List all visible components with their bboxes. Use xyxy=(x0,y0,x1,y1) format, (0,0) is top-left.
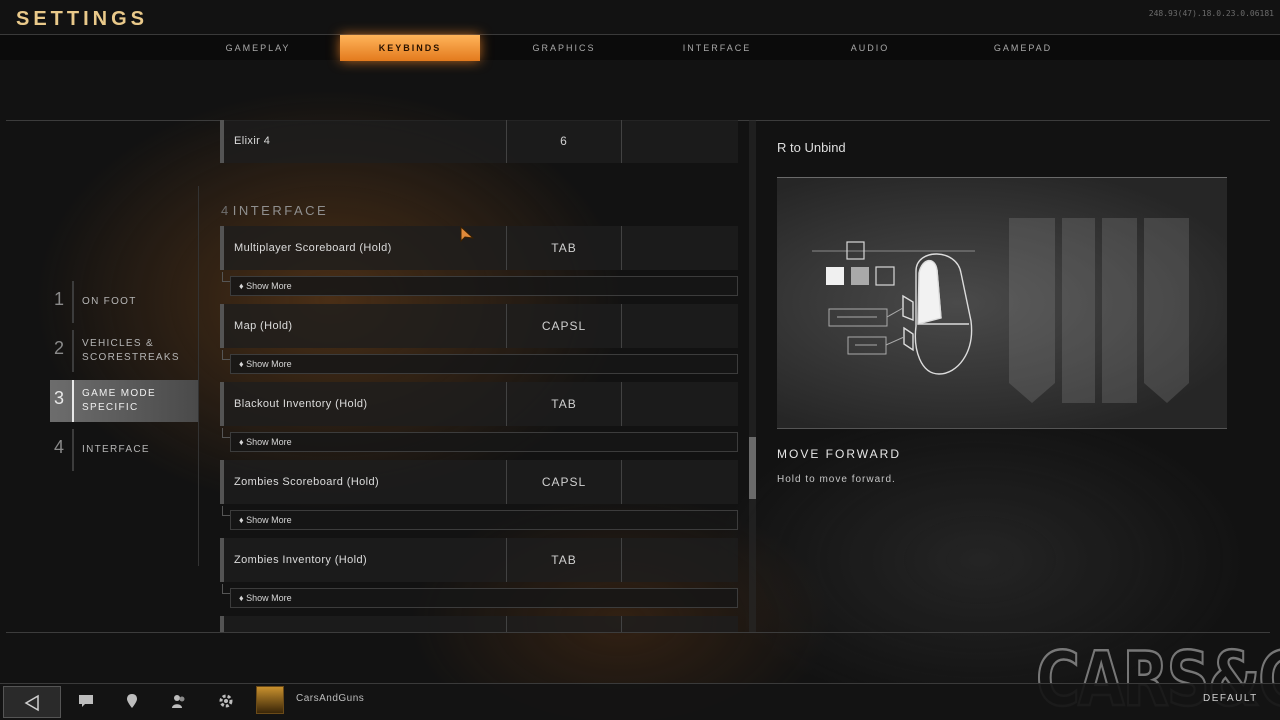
scrollbar-thumb[interactable] xyxy=(749,437,756,499)
keybind-action-label: Elixir 4 xyxy=(234,135,271,147)
tab-interface[interactable]: INTERFACE xyxy=(647,35,787,61)
keybind-secondary-key[interactable] xyxy=(622,120,738,164)
sidebar-item-bar xyxy=(72,429,74,471)
chat-icon[interactable] xyxy=(70,690,102,712)
action-title: MOVE FORWARD xyxy=(777,447,902,461)
tree-connector xyxy=(222,272,230,282)
sidebar-item-number: 2 xyxy=(54,338,65,358)
version-string: 248.93(47).18.0.23.0.06181 xyxy=(1148,9,1274,18)
keybind-action-label: Multiplayer Scoreboard (Hold) xyxy=(234,242,392,254)
scrollbar-track[interactable] xyxy=(749,120,756,632)
expand-icon: ♦ xyxy=(239,359,244,369)
keybind-row-zombies-scoreboard[interactable]: Zombies Scoreboard (Hold) CAPSL xyxy=(220,460,738,504)
section-title: INTERFACE xyxy=(232,203,329,218)
callout-labels-icon xyxy=(828,307,905,355)
mouse-keyboard-diagram xyxy=(777,177,1227,429)
keybind-secondary-key[interactable] xyxy=(622,460,738,504)
keybind-row-elixir-4[interactable]: Elixir 4 6 xyxy=(220,120,738,163)
show-more-button[interactable]: ♦ Show More xyxy=(230,276,738,296)
show-more-button[interactable]: ♦ Show More xyxy=(230,588,738,608)
sidebar-item-bar xyxy=(72,281,74,323)
keybind-action-label: Zombies Inventory (Hold) xyxy=(234,554,368,566)
keybind-action-label: Blackout Inventory (Hold) xyxy=(234,398,368,410)
expand-icon: ♦ xyxy=(239,281,244,291)
sidebar-item-label: GAME MODE SPECIFIC xyxy=(82,388,156,413)
keybind-primary-key[interactable]: CAPSL xyxy=(506,460,622,504)
keybind-primary-key[interactable]: TAB xyxy=(506,538,622,582)
expand-icon: ♦ xyxy=(239,515,244,525)
expand-icon: ♦ xyxy=(239,593,244,603)
keybind-primary-key[interactable]: TAB xyxy=(506,226,622,270)
show-more-label: Show More xyxy=(246,515,292,525)
show-more-button[interactable]: ♦ Show More xyxy=(230,432,738,452)
keybind-secondary-key[interactable] xyxy=(622,382,738,426)
keybind-row-zombies-inventory[interactable]: Zombies Inventory (Hold) TAB xyxy=(220,538,738,582)
tab-graphics[interactable]: GRAPHICS xyxy=(494,35,634,61)
show-more-label: Show More xyxy=(246,593,292,603)
action-description: Hold to move forward. xyxy=(777,474,896,485)
mouse-cursor-icon xyxy=(460,226,474,243)
keybind-secondary-key[interactable] xyxy=(622,538,738,582)
keybind-secondary-key[interactable] xyxy=(622,304,738,348)
unbind-hint: R to Unbind xyxy=(777,140,846,155)
show-more-button[interactable]: ♦ Show More xyxy=(230,354,738,374)
keybind-row-partial[interactable] xyxy=(220,616,738,632)
tree-connector xyxy=(222,350,230,360)
tree-connector xyxy=(222,584,230,594)
tab-gamepad[interactable]: GAMEPAD xyxy=(953,35,1093,61)
sidebar-item-label: ON FOOT xyxy=(82,296,137,307)
location-pin-icon[interactable] xyxy=(116,690,148,712)
keybind-row-blackout-inventory[interactable]: Blackout Inventory (Hold) TAB xyxy=(220,382,738,426)
mouse-icon xyxy=(902,253,973,375)
show-more-label: Show More xyxy=(246,437,292,447)
keybind-primary-key[interactable] xyxy=(506,616,622,632)
sidebar-item-game-mode-specific[interactable]: 3 GAME MODE SPECIFIC xyxy=(50,380,198,422)
sidebar-item-label: INTERFACE xyxy=(82,444,150,455)
sidebar-item-label: VEHICLES & SCORESTREAKS xyxy=(82,338,180,363)
sidebar-divider xyxy=(198,186,199,566)
show-more-button[interactable]: ♦ Show More xyxy=(230,510,738,530)
tab-keybinds[interactable]: KEYBINDS xyxy=(340,35,480,61)
show-more-label: Show More xyxy=(246,359,292,369)
sidebar-item-number: 3 xyxy=(54,388,65,408)
sidebar-item-bar xyxy=(72,330,74,372)
party-icon[interactable] xyxy=(163,690,195,712)
bo4-logo-icon xyxy=(1009,218,1189,403)
sidebar-item-interface[interactable]: 4 INTERFACE xyxy=(50,429,198,471)
gear-icon[interactable] xyxy=(210,690,242,712)
default-button[interactable]: DEFAULT xyxy=(1203,693,1258,704)
keybind-action-label: Map (Hold) xyxy=(234,320,293,332)
tab-audio[interactable]: AUDIO xyxy=(800,35,940,61)
tree-connector xyxy=(222,428,230,438)
keybind-primary-key[interactable]: CAPSL xyxy=(506,304,622,348)
avatar[interactable] xyxy=(256,686,284,714)
sidebar-item-bar xyxy=(72,380,74,422)
keyboard-keys-icon xyxy=(812,241,975,286)
sidebar-item-on-foot[interactable]: 1 ON FOOT xyxy=(50,281,198,323)
keybind-row-map[interactable]: Map (Hold) CAPSL xyxy=(220,304,738,348)
show-more-label: Show More xyxy=(246,281,292,291)
page-title: SETTINGS xyxy=(16,8,149,30)
keybind-primary-key[interactable]: 6 xyxy=(506,120,622,163)
content-bottom-divider xyxy=(6,632,1270,633)
sidebar-item-number: 4 xyxy=(54,437,65,457)
mouse-keyboard-illustration xyxy=(812,218,1189,403)
keybind-row-multiplayer-scoreboard[interactable]: Multiplayer Scoreboard (Hold) TAB xyxy=(220,226,738,270)
tree-connector xyxy=(222,506,230,516)
keybind-primary-key[interactable]: TAB xyxy=(506,382,622,426)
settings-tab-bar: GAMEPLAY KEYBINDS GRAPHICS INTERFACE AUD… xyxy=(0,34,1280,61)
sidebar-item-number: 1 xyxy=(54,289,65,309)
section-number: 4 xyxy=(221,203,231,218)
sidebar-item-vehicles-scorestreaks[interactable]: 2 VEHICLES & SCORESTREAKS xyxy=(50,330,198,372)
keybind-action-label: Zombies Scoreboard (Hold) xyxy=(234,476,380,488)
tab-gameplay[interactable]: GAMEPLAY xyxy=(188,35,328,61)
triangle-left-icon xyxy=(24,694,39,712)
back-button[interactable] xyxy=(3,686,61,718)
username: CarsAndGuns xyxy=(296,693,365,704)
keybind-secondary-key[interactable] xyxy=(622,226,738,270)
expand-icon: ♦ xyxy=(239,437,244,447)
section-header: 4 INTERFACE xyxy=(221,203,328,218)
